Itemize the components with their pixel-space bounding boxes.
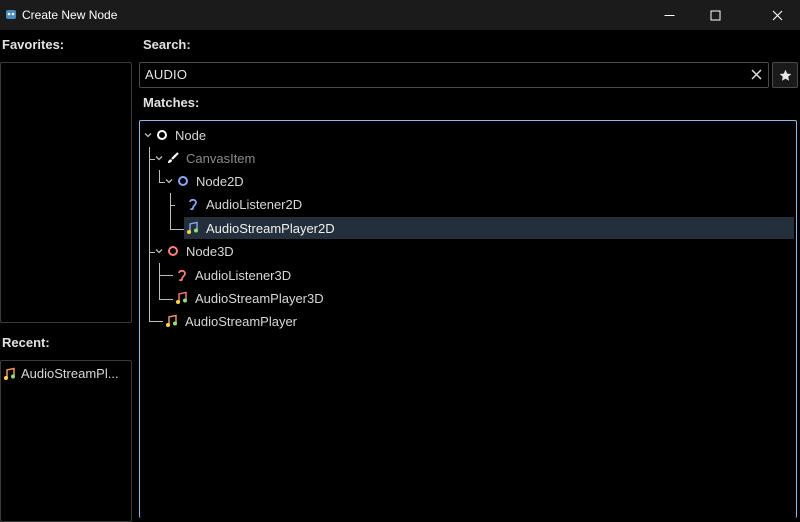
tree-item-node3d[interactable]: Node3D: [154, 240, 234, 262]
close-window-button[interactable]: [754, 0, 800, 30]
recent-label: Recent:: [2, 335, 50, 350]
tree-item-audio-stream-player-2d[interactable]: AudioStreamPlayer2D: [184, 217, 794, 239]
chevron-down-icon[interactable]: [164, 176, 174, 186]
minimize-icon: [664, 14, 674, 16]
tree-item-label: AudioListener2D: [206, 196, 303, 212]
tree-line: [159, 275, 173, 276]
tree-item-label: AudioStreamPlayer3D: [195, 290, 324, 306]
audio-stream-player-2d-icon: [187, 221, 198, 234]
node2d-icon: [178, 176, 188, 186]
audio-stream-player-3d-icon: [176, 291, 187, 304]
maximize-icon: [710, 10, 720, 20]
maximize-button[interactable]: [692, 0, 738, 30]
tree-item-audio-listener-2d[interactable]: AudioListener2D: [186, 193, 302, 215]
search-input-value: AUDIO: [145, 67, 188, 82]
audio-listener-3d-icon: [178, 269, 186, 282]
audio-stream-player-icon: [166, 314, 177, 327]
tree-line: [170, 229, 184, 230]
clear-search-icon[interactable]: [750, 68, 763, 81]
chevron-down-icon[interactable]: [154, 246, 164, 256]
chevron-down-icon[interactable]: [154, 153, 164, 163]
window-title: Create New Node: [22, 8, 118, 22]
star-icon: [779, 69, 791, 81]
minimize-button[interactable]: [646, 0, 692, 30]
recent-item-label: AudioStreamPl...: [21, 366, 119, 381]
tree-item-audio-listener-3d[interactable]: AudioListener3D: [175, 264, 291, 286]
tree-line: [149, 159, 150, 321]
tree-item-label: CanvasItem: [186, 150, 256, 166]
tree-line: [149, 321, 163, 322]
search-input[interactable]: AUDIO: [139, 62, 769, 88]
chevron-down-icon[interactable]: [143, 130, 153, 140]
tree-item-canvas-item[interactable]: CanvasItem: [154, 147, 255, 169]
search-label: Search:: [143, 37, 191, 52]
tree-item-node2d[interactable]: Node2D: [164, 170, 244, 192]
tree-item-label: AudioStreamPlayer: [185, 313, 297, 329]
tree-item-label: AudioListener3D: [195, 267, 292, 283]
tree-line: [159, 170, 160, 182]
tree-line: [149, 147, 150, 159]
tree-line: [159, 263, 160, 299]
tree-item-label: Node3D: [186, 243, 234, 259]
favorites-label: Favorites:: [2, 37, 65, 52]
close-icon: [772, 10, 782, 20]
node3d-icon: [168, 246, 178, 256]
tree-line: [159, 299, 173, 300]
tree-line: [170, 193, 171, 229]
tree-item-node[interactable]: Node: [143, 124, 206, 146]
matches-tree[interactable]: Node CanvasItem Node2D AudioListener2D A…: [139, 120, 797, 518]
tree-item-label: Node: [175, 127, 207, 143]
tree-item-audio-stream-player-3d[interactable]: AudioStreamPlayer3D: [175, 287, 324, 309]
audio-listener-2d-icon: [189, 198, 197, 211]
title-bar: Create New Node: [0, 0, 800, 30]
tree-item-label: Node2D: [196, 173, 244, 189]
recent-item[interactable]: AudioStreamPl...: [3, 366, 119, 381]
toggle-favorite-button[interactable]: [772, 62, 798, 88]
canvas-item-icon: [168, 152, 179, 163]
audio-stream-player-icon: [4, 367, 15, 380]
favorites-list[interactable]: [0, 62, 132, 323]
recent-list[interactable]: [0, 360, 132, 522]
tree-item-label: AudioStreamPlayer2D: [206, 220, 335, 236]
node-icon: [157, 130, 167, 140]
tree-line: [170, 205, 175, 206]
matches-label: Matches:: [143, 95, 200, 110]
godot-app-icon: [6, 10, 16, 19]
tree-item-audio-stream-player[interactable]: AudioStreamPlayer: [165, 310, 297, 332]
